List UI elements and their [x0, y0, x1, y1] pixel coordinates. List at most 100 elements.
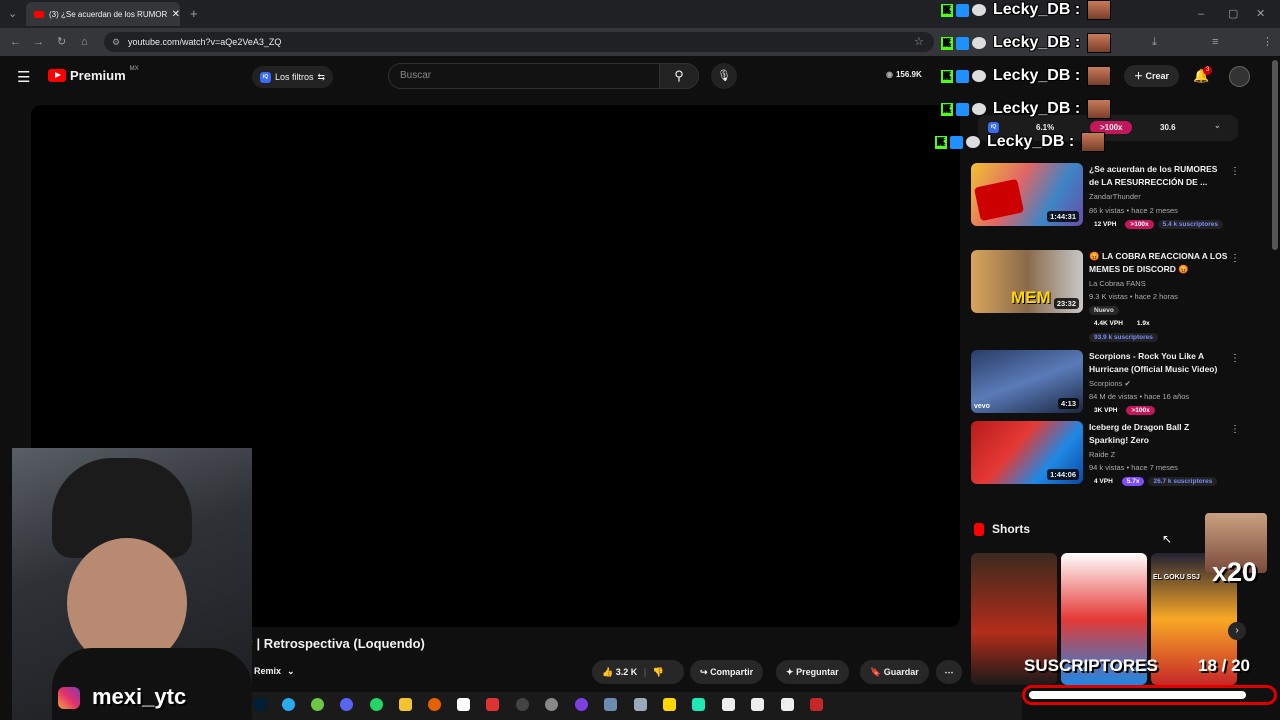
- kick-icon: K: [935, 135, 947, 149]
- related-thumbnail[interactable]: vevo 4:13: [971, 350, 1083, 413]
- browser-icon[interactable]: [428, 698, 441, 711]
- home-icon[interactable]: ⌂: [81, 35, 88, 49]
- document-icon[interactable]: [751, 698, 764, 711]
- related-channel: Scorpions: [1089, 379, 1123, 388]
- app-icon[interactable]: [692, 698, 705, 711]
- chrome-menu-icon[interactable]: ⋮: [1262, 35, 1273, 49]
- close-tab-icon[interactable]: ✕: [172, 9, 180, 20]
- document-icon[interactable]: [722, 698, 735, 711]
- shorts-next-icon[interactable]: ›: [1228, 622, 1246, 640]
- more-options-icon[interactable]: ⋮: [1230, 424, 1240, 435]
- thumbs-up-icon[interactable]: 👍: [602, 667, 613, 677]
- hamburger-menu-icon[interactable]: ☰: [17, 68, 30, 86]
- site-info-icon[interactable]: ⚙: [112, 35, 120, 49]
- minimize-icon[interactable]: –: [1198, 7, 1204, 21]
- app-icon[interactable]: [810, 698, 823, 711]
- url-input[interactable]: youtube.com/watch?v=aQe2VeA3_ZQ: [104, 32, 934, 52]
- photoshop-icon[interactable]: [254, 698, 267, 711]
- related-thumbnail[interactable]: 1:44:06: [971, 421, 1083, 484]
- remix-dropdown[interactable]: Remix ⌄: [254, 666, 295, 677]
- tab-search-icon[interactable]: ⌄: [8, 7, 17, 21]
- obs-icon[interactable]: [457, 698, 470, 711]
- video-duration: 23:32: [1053, 298, 1079, 309]
- related-subs-row: 93.9 k suscriptores: [1089, 332, 1162, 342]
- thumbnail-text: MEM: [1011, 288, 1051, 307]
- new-tab-icon[interactable]: +: [190, 7, 198, 21]
- related-meta: 84 M de vistas • hace 16 años: [1089, 392, 1190, 401]
- bookmark-star-icon[interactable]: ☆: [914, 35, 924, 49]
- youtube-logo[interactable]: Premium MX: [48, 66, 139, 83]
- create-button[interactable]: ＋ Crear: [1124, 65, 1180, 87]
- discord-icon[interactable]: [340, 698, 353, 711]
- sparkle-icon: ✦: [786, 667, 794, 677]
- vevo-watermark: vevo: [974, 403, 990, 410]
- chrome-icon[interactable]: [545, 698, 558, 711]
- page-scrollbar[interactable]: [1272, 60, 1278, 250]
- search-input[interactable]: Buscar: [388, 63, 660, 89]
- related-channel[interactable]: ZandarThunder: [1089, 192, 1141, 201]
- whatsapp-icon[interactable]: [370, 698, 383, 711]
- chat-username: Lecky_DB :: [993, 34, 1081, 51]
- back-icon[interactable]: ←: [10, 35, 21, 49]
- badge-icon: [956, 102, 969, 116]
- related-thumbnail[interactable]: MEM 23:32: [971, 250, 1083, 313]
- webcam-feed: [12, 448, 252, 720]
- extensions-icon[interactable]: ≡: [1212, 35, 1218, 49]
- tab-title: (3) ¿Se acuerdan de los RUMORES: [49, 9, 167, 19]
- related-title[interactable]: 😡 LA COBRA REACCIONA A LOS MEMES DE DISC…: [1089, 250, 1229, 276]
- related-channel-row[interactable]: Scorpions ✔: [1089, 379, 1131, 388]
- filters-button[interactable]: iQ Los filtros ⇆: [252, 66, 334, 88]
- document-icon[interactable]: [781, 698, 794, 711]
- chevron-down-icon: ⌄: [287, 666, 295, 676]
- telegram-icon[interactable]: [282, 698, 295, 711]
- plus-icon: ＋: [1134, 71, 1144, 81]
- vph-tag: 12 VPH: [1094, 221, 1117, 228]
- browser-tab[interactable]: (3) ¿Se acuerdan de los RUMORES ✕: [26, 2, 180, 26]
- related-thumbnail[interactable]: 1:44:31: [971, 163, 1083, 226]
- related-title[interactable]: Iceberg de Dragon Ball Z Sparking! Zero: [1089, 421, 1229, 447]
- more-actions-icon[interactable]: ⋯: [936, 660, 962, 684]
- related-title[interactable]: Scorpions - Rock You Like A Hurricane (O…: [1089, 350, 1229, 376]
- forward-icon[interactable]: →: [33, 35, 44, 49]
- save-button[interactable]: 🔖 Guardar: [860, 660, 929, 684]
- more-options-icon[interactable]: ⋮: [1230, 253, 1240, 264]
- chat-username: Lecky_DB :: [993, 1, 1081, 18]
- logo-text: Premium: [70, 68, 126, 83]
- eye-icon: ◉: [886, 70, 893, 79]
- app-icon[interactable]: [575, 698, 588, 711]
- more-options-icon[interactable]: ⋮: [1230, 166, 1240, 177]
- file-explorer-icon[interactable]: [399, 698, 412, 711]
- more-options-icon[interactable]: ⋮: [1230, 353, 1240, 364]
- app-icon[interactable]: [486, 698, 499, 711]
- youtube-favicon-icon: [34, 10, 44, 18]
- badge-icon: [956, 3, 969, 17]
- maximize-icon[interactable]: ▢: [1228, 7, 1238, 21]
- related-channel[interactable]: Raide Z: [1089, 450, 1115, 459]
- related-title[interactable]: ¿Se acuerdan de los RUMORES de LA RESURR…: [1089, 163, 1229, 189]
- chat-username: Lecky_DB :: [993, 67, 1081, 84]
- ask-button[interactable]: ✦ Preguntar: [776, 660, 849, 684]
- share-button[interactable]: ↪ Compartir: [690, 660, 764, 684]
- kick-icon: K: [941, 69, 953, 83]
- mouse-icon: [972, 4, 986, 16]
- vph-tag: 4 VPH: [1094, 478, 1113, 485]
- close-window-icon[interactable]: ✕: [1256, 7, 1265, 21]
- download-icon[interactable]: ⤓: [1152, 35, 1157, 49]
- thumbs-down-icon[interactable]: 👎: [653, 667, 664, 677]
- microphone-icon[interactable]: 🎙: [711, 63, 737, 89]
- search-icon[interactable]: ⚲: [659, 63, 699, 89]
- reload-icon[interactable]: ↻: [57, 35, 66, 49]
- new-badge: Nuevo: [1089, 306, 1119, 315]
- sliders-icon: ⇆: [317, 71, 326, 82]
- stats-chevron-icon[interactable]: ⌄: [1214, 121, 1221, 130]
- like-count[interactable]: 3.2 K: [616, 667, 638, 677]
- related-channel[interactable]: La Cobraa FANS: [1089, 279, 1146, 288]
- dragonball-logo: [973, 178, 1025, 222]
- user-avatar[interactable]: [1229, 66, 1250, 87]
- app-icon[interactable]: [604, 698, 617, 711]
- app-icon[interactable]: [516, 698, 529, 711]
- app-icon[interactable]: [311, 698, 324, 711]
- app-icon[interactable]: [634, 698, 647, 711]
- ask-label: Preguntar: [796, 667, 839, 677]
- app-icon[interactable]: [663, 698, 676, 711]
